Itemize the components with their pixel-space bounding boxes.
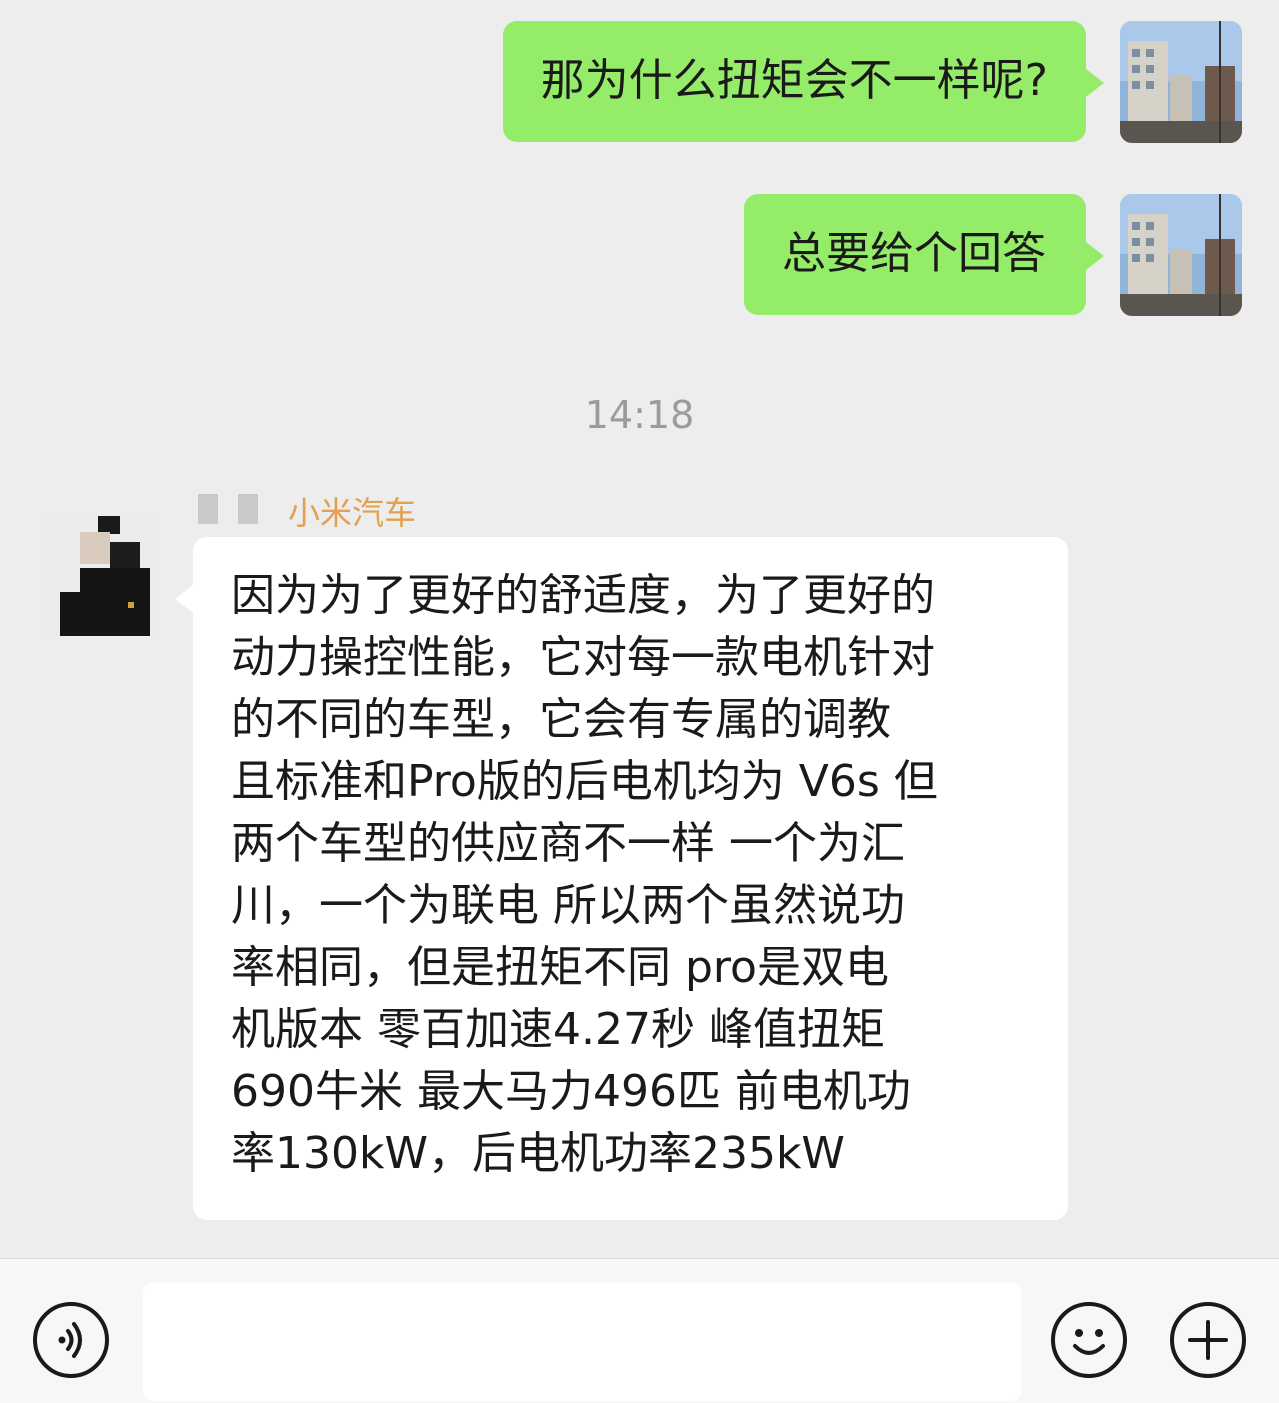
message-line: 率130kW，后电机功率235kW [231, 1128, 845, 1179]
message-bubble-outgoing[interactable]: 那为什么扭矩会不一样呢? [502, 21, 1105, 142]
message-input[interactable] [143, 1283, 1021, 1401]
avatar[interactable] [1120, 194, 1242, 316]
message-line: 机版本 零百加速4.27秒 峰值扭矩 [231, 1004, 885, 1055]
message-bubble-incoming[interactable]: 因为为了更好的舒适度，为了更好的 动力操控性能，它对每一款电机针对 的不同的车型… [175, 537, 1068, 1220]
message-text: 总要给个回答 [782, 228, 1046, 279]
avatar[interactable] [1120, 21, 1242, 143]
plus-icon[interactable] [1170, 1302, 1246, 1378]
message-line: 且标准和Pro版的后电机均为 V6s 但 [231, 756, 938, 807]
outgoing-message: 总要给个回答 [744, 194, 1104, 315]
timestamp: 14:18 [584, 393, 695, 437]
message-text: 那为什么扭矩会不一样呢? [540, 55, 1048, 106]
message-line: 率相同，但是扭矩不同 pro是双电 [231, 942, 889, 993]
message-line: 动力操控性能，它对每一款电机针对 [231, 632, 935, 683]
message-bubble-outgoing[interactable]: 总要给个回答 [744, 194, 1104, 315]
blurred-name [238, 494, 258, 524]
sender-name: 小米汽车 [288, 494, 417, 532]
message-line: 川，一个为联电 所以两个虽然说功 [231, 880, 905, 931]
message-line: 的不同的车型，它会有专属的调教 [231, 694, 891, 745]
input-bar [0, 1258, 1279, 1403]
message-line: 因为为了更好的舒适度，为了更好的 [231, 570, 935, 621]
avatar[interactable] [40, 514, 160, 636]
message-text: 因为为了更好的舒适度，为了更好的 动力操控性能，它对每一款电机针对 的不同的车型… [231, 565, 1038, 1185]
voice-icon[interactable] [33, 1302, 109, 1378]
emoji-icon[interactable] [1051, 1302, 1127, 1378]
blurred-name [198, 494, 218, 524]
message-line: 两个车型的供应商不一样 一个为汇 [231, 818, 905, 869]
outgoing-message: 那为什么扭矩会不一样呢? [502, 21, 1105, 142]
message-line: 690牛米 最大马力496匹 前电机功 [231, 1066, 911, 1117]
